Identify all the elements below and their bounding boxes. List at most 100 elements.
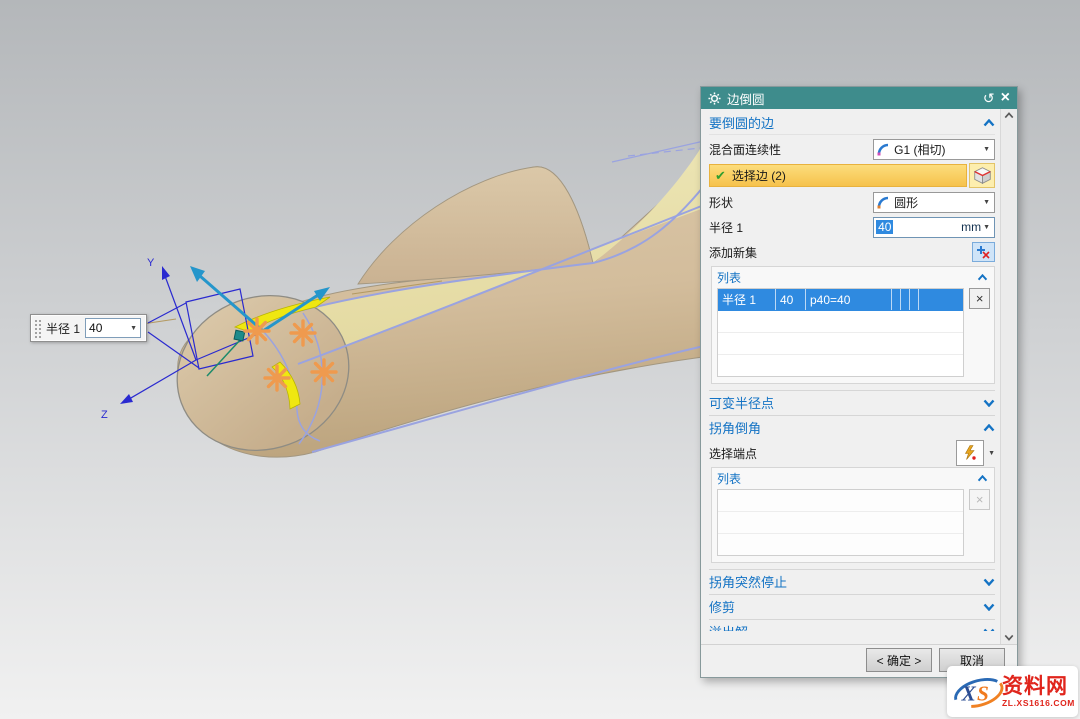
chevron-up-icon[interactable]	[977, 475, 988, 482]
list-row[interactable]	[718, 490, 963, 512]
chevron-down-icon[interactable]	[983, 628, 995, 632]
cell-empty	[901, 289, 910, 310]
cell-radius-value: 40	[776, 289, 806, 310]
floating-radius-field[interactable]: 40 ▼	[85, 318, 141, 338]
dialog-scrollbar[interactable]	[1000, 109, 1017, 644]
select-edge-label: 选择边 (2)	[732, 167, 786, 184]
continuity-label: 混合面连续性	[709, 141, 781, 158]
chevron-up-icon[interactable]	[983, 119, 995, 127]
snap-point-cube-button[interactable]	[969, 163, 995, 188]
axis-z-label: Z	[101, 409, 108, 421]
chevron-down-icon[interactable]	[983, 603, 995, 611]
scroll-down-icon[interactable]	[1004, 634, 1014, 641]
blend-set-list[interactable]: 半径 1 40 p40=40	[717, 288, 964, 377]
list-row[interactable]	[718, 333, 963, 355]
list-row[interactable]	[718, 534, 963, 555]
blend-list-group: 列表 半径 1 40 p40=40	[711, 266, 995, 384]
shape-label: 形状	[709, 194, 733, 211]
section-trim[interactable]: 修剪	[709, 594, 995, 618]
add-new-set-button[interactable]	[972, 242, 995, 262]
cell-radius-name: 半径 1	[718, 289, 776, 310]
add-new-set-label: 添加新集	[709, 244, 757, 261]
list-title: 列表	[717, 269, 741, 286]
floating-radius-input[interactable]: 半径 1 40 ▼	[30, 314, 147, 342]
radius-row: 半径 1 40 mm ▼	[709, 216, 995, 238]
section-title: 修剪	[709, 597, 735, 616]
list-row[interactable]	[718, 311, 963, 333]
endpoint-list[interactable]	[717, 489, 964, 556]
close-button[interactable]: ×	[1001, 90, 1010, 106]
list-row[interactable]	[718, 512, 963, 534]
reset-button[interactable]: ↺	[983, 91, 995, 105]
chevron-down-icon: ▼	[983, 146, 990, 153]
select-edge-button[interactable]: ✔ 选择边 (2)	[709, 164, 967, 187]
list-row[interactable]	[718, 355, 963, 376]
remove-list-item-button[interactable]: ×	[969, 288, 990, 309]
radius-unit: mm	[961, 220, 981, 234]
section-corner-blend[interactable]: 拐角倒角	[709, 415, 995, 439]
blend-face-icon	[877, 143, 890, 156]
chevron-down-icon[interactable]: ▼	[130, 325, 137, 332]
chevron-up-icon[interactable]	[977, 274, 988, 281]
cell-empty	[910, 289, 919, 310]
select-endpoint-row: 选择端点 ▼	[709, 442, 995, 464]
chevron-up-icon[interactable]	[983, 424, 995, 432]
floating-radius-value: 40	[89, 321, 102, 335]
svg-text:S: S	[977, 681, 989, 705]
list-title: 列表	[717, 470, 741, 487]
cell-empty	[892, 289, 901, 310]
endpoint-list-group: 列表 ×	[711, 467, 995, 563]
add-new-set-row: 添加新集	[709, 241, 995, 263]
ok-button[interactable]: < 确定 >	[866, 648, 932, 672]
circular-blend-icon	[877, 196, 890, 209]
svg-text:X: X	[961, 681, 977, 705]
watermark: X S 资料网 ZL.XS1616.COM	[947, 666, 1078, 717]
remove-list-item-button-disabled: ×	[969, 489, 990, 510]
list-header[interactable]: 列表	[717, 469, 990, 488]
section-title: 溢出解	[709, 622, 748, 631]
floating-radius-label: 半径 1	[46, 320, 80, 337]
chevron-down-icon[interactable]	[983, 578, 995, 586]
dialog-title: 边倒圆	[727, 89, 977, 108]
radius-label: 半径 1	[709, 219, 743, 236]
continuity-dropdown[interactable]: G1 (相切) ▼	[873, 139, 995, 160]
watermark-site-url: ZL.XS1616.COM	[1002, 698, 1075, 708]
add-new-set-icon	[976, 245, 991, 260]
section-overflow-clipped[interactable]: 溢出解	[709, 618, 995, 631]
section-edges-to-blend[interactable]: 要倒圆的边	[709, 111, 995, 135]
section-variable-radius[interactable]: 可变半径点	[709, 390, 995, 414]
cell-expression: p40=40	[806, 289, 892, 310]
edge-blend-dialog: 边倒圆 ↺ × 要倒圆的边 混合面连续性 G1 (相切) ▼	[700, 86, 1018, 678]
section-title: 要倒圆的边	[709, 113, 774, 132]
chevron-down-icon: ▼	[983, 199, 990, 206]
gear-icon	[708, 92, 721, 105]
drag-grip-icon[interactable]	[34, 318, 41, 338]
shape-dropdown[interactable]: 圆形 ▼	[873, 192, 995, 213]
select-endpoint-label: 选择端点	[709, 445, 757, 462]
section-title: 可变半径点	[709, 393, 774, 412]
chevron-down-icon[interactable]	[983, 399, 995, 407]
shape-value: 圆形	[894, 194, 918, 211]
list-row-selected[interactable]: 半径 1 40 p40=40	[718, 289, 963, 311]
dialog-titlebar[interactable]: 边倒圆 ↺ ×	[701, 87, 1017, 109]
list-header[interactable]: 列表	[717, 268, 990, 287]
radius-value: 40	[876, 220, 893, 234]
section-corner-stop[interactable]: 拐角突然停止	[709, 569, 995, 593]
radius-input[interactable]: 40 mm ▼	[873, 217, 995, 238]
xs-logo: X S	[950, 669, 1006, 715]
chevron-down-icon[interactable]: ▼	[983, 224, 990, 231]
cube-icon	[973, 166, 992, 185]
axis-y-label: Y	[147, 257, 155, 269]
chevron-down-icon[interactable]: ▼	[988, 450, 995, 457]
watermark-site-name: 资料网	[1002, 675, 1068, 698]
dialog-content: 要倒圆的边 混合面连续性 G1 (相切) ▼ ✔	[701, 109, 1000, 644]
select-endpoint-button[interactable]	[956, 440, 984, 466]
section-title: 拐角突然停止	[709, 572, 787, 591]
lightning-icon	[963, 445, 977, 461]
section-title: 拐角倒角	[709, 418, 761, 437]
scroll-up-icon[interactable]	[1004, 112, 1014, 119]
continuity-value: G1 (相切)	[894, 141, 945, 158]
continuity-row: 混合面连续性 G1 (相切) ▼	[709, 138, 995, 160]
select-edge-row: ✔ 选择边 (2)	[709, 163, 995, 188]
shape-row: 形状 圆形 ▼	[709, 191, 995, 213]
